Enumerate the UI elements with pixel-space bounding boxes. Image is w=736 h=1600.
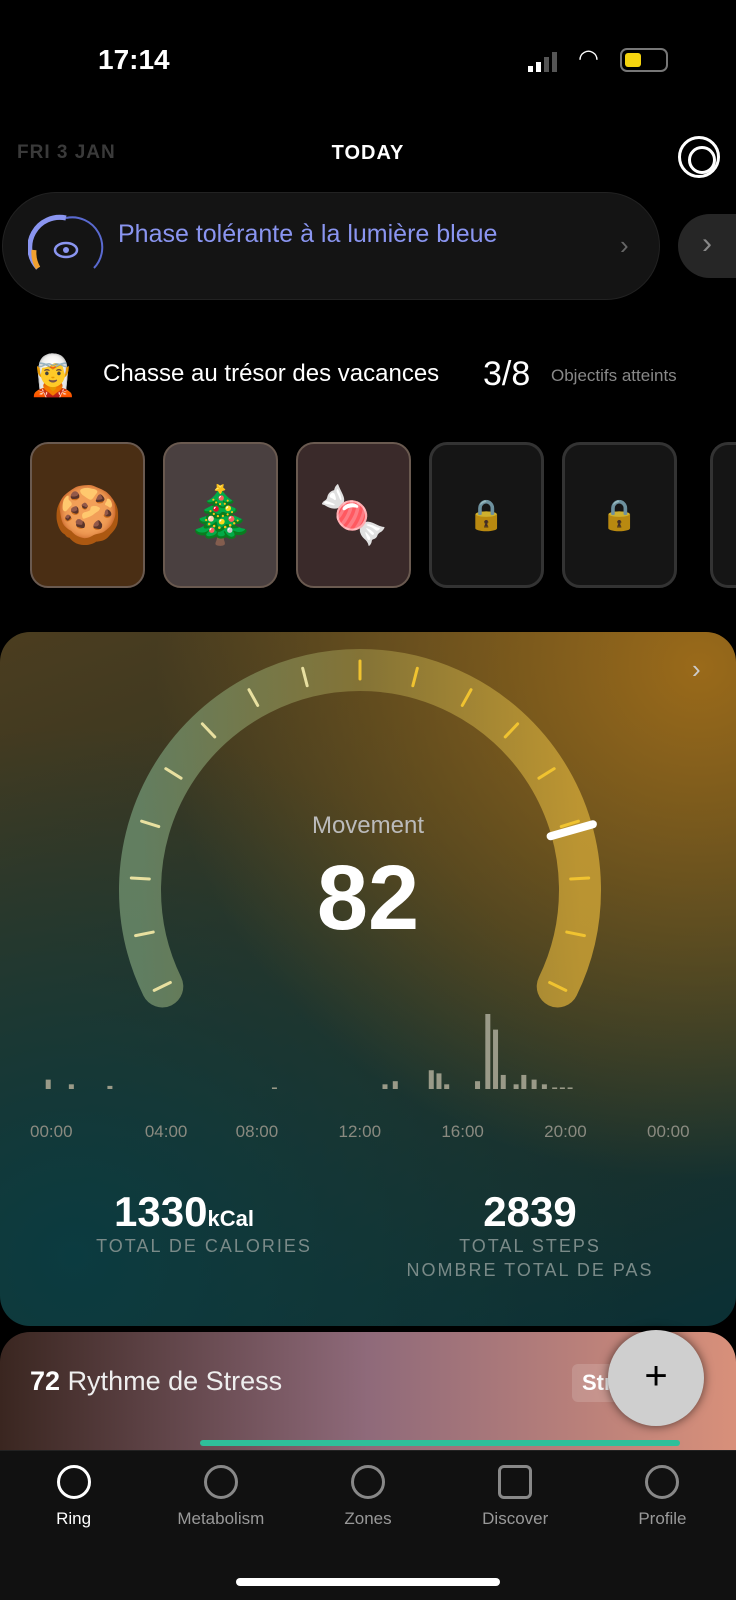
- histogram-bar: [559, 1087, 565, 1089]
- discover-icon: [498, 1465, 533, 1499]
- ring-status-button[interactable]: [678, 136, 720, 178]
- tab-label: Discover: [482, 1509, 549, 1528]
- profile-icon: [645, 1465, 680, 1499]
- histogram-bar: [485, 1014, 491, 1089]
- stress-bar: [200, 1440, 680, 1446]
- histogram-bar: [382, 1084, 388, 1089]
- histogram-bar: [392, 1081, 398, 1089]
- histogram-bar: [567, 1087, 573, 1089]
- hunt-title: Chasse au trésor des vacances: [103, 360, 440, 387]
- histogram-bar: [513, 1084, 519, 1089]
- axis-tick-label: 04:00: [144, 1122, 188, 1141]
- page-title: TODAY: [331, 142, 405, 164]
- reward-tile[interactable]: 🍬: [296, 442, 411, 588]
- tab-label: Ring: [56, 1509, 92, 1528]
- histogram-bar: [552, 1087, 558, 1089]
- tab-label: Metabolism: [177, 1509, 265, 1528]
- eye-icon: [28, 214, 104, 270]
- axis-tick-label: 00:00: [30, 1122, 73, 1141]
- histogram-bar: [541, 1084, 547, 1089]
- hunt-goals-label: Objectifs atteints: [551, 366, 677, 385]
- reward-icon: 🍬: [318, 483, 389, 546]
- metabolism-icon: [203, 1465, 238, 1499]
- histogram-bar: [107, 1085, 113, 1089]
- stress-label: Rythme de Stress: [67, 1366, 283, 1396]
- locked-reward-tile[interactable]: 🔒: [562, 442, 677, 588]
- calories-unit: kCal: [207, 1206, 254, 1231]
- tab-profile[interactable]: Profile: [589, 1451, 736, 1600]
- histogram-bar: [521, 1074, 527, 1089]
- add-button[interactable]: +: [608, 1330, 704, 1426]
- histogram-bar: [45, 1079, 51, 1089]
- calories-number: 1330: [114, 1188, 208, 1235]
- chevron-right-icon: ›: [620, 230, 629, 260]
- elf-icon: 🧝: [28, 354, 78, 398]
- reward-tile[interactable]: 🎄: [163, 442, 278, 588]
- tab-label: Profile: [638, 1509, 687, 1528]
- calories-value: 1330kCal: [0, 1188, 368, 1236]
- histogram-bar: [271, 1087, 277, 1089]
- movement-label: Movement: [311, 812, 425, 839]
- lock-icon: 🔒: [600, 498, 639, 532]
- movement-histogram: [45, 1014, 573, 1089]
- lock-icon: 🔒: [467, 498, 506, 532]
- steps-value: 2839: [483, 1188, 577, 1235]
- histogram-bar: [493, 1029, 499, 1089]
- home-indicator: [236, 1578, 500, 1586]
- reward-tile[interactable]: 🍪: [30, 442, 145, 588]
- reward-icon: 🎄: [185, 483, 256, 546]
- histogram-bar: [531, 1079, 537, 1089]
- wifi-icon: ◠: [578, 45, 599, 72]
- zones-icon: [351, 1465, 385, 1499]
- tab-label: Zones: [344, 1509, 392, 1528]
- histogram-bar: [500, 1074, 506, 1089]
- steps-label-fr: NOMBRE TOTAL DE PAS: [406, 1260, 654, 1280]
- histogram-bar: [444, 1084, 450, 1089]
- steps-label: TOTAL STEPS: [459, 1236, 601, 1256]
- signal-icon: [528, 52, 557, 72]
- next-card-button[interactable]: ›: [678, 214, 736, 278]
- locked-reward-tile[interactable]: [710, 442, 736, 588]
- hunt-count: 3/8: [483, 355, 531, 393]
- reward-icon: 🍪: [52, 483, 123, 546]
- axis-tick-label: 00:00: [647, 1122, 690, 1141]
- tab-ring[interactable]: Ring: [0, 1451, 147, 1600]
- axis-tick-label: 16:00: [441, 1122, 484, 1141]
- stress-value: 72: [30, 1366, 61, 1396]
- ring-icon: [56, 1465, 91, 1499]
- histogram-bar: [428, 1070, 434, 1089]
- phase-text: Phase tolérante à la lumière bleue: [118, 220, 498, 248]
- calories-label: TOTAL DE CALORIES: [96, 1236, 312, 1256]
- axis-tick-label: 08:00: [235, 1122, 279, 1141]
- movement-score: 82: [316, 847, 420, 949]
- histogram-bar: [436, 1073, 442, 1089]
- axis-tick-label: 12:00: [338, 1122, 382, 1141]
- battery-icon: [620, 48, 668, 72]
- axis-tick-label: 20:00: [544, 1122, 587, 1141]
- status-time: 17:14: [98, 44, 170, 75]
- histogram-bar: [475, 1081, 481, 1089]
- histogram-bar: [68, 1084, 74, 1089]
- stress-title: 72 Rythme de Stress: [30, 1366, 282, 1397]
- locked-reward-tile[interactable]: 🔒: [429, 442, 544, 588]
